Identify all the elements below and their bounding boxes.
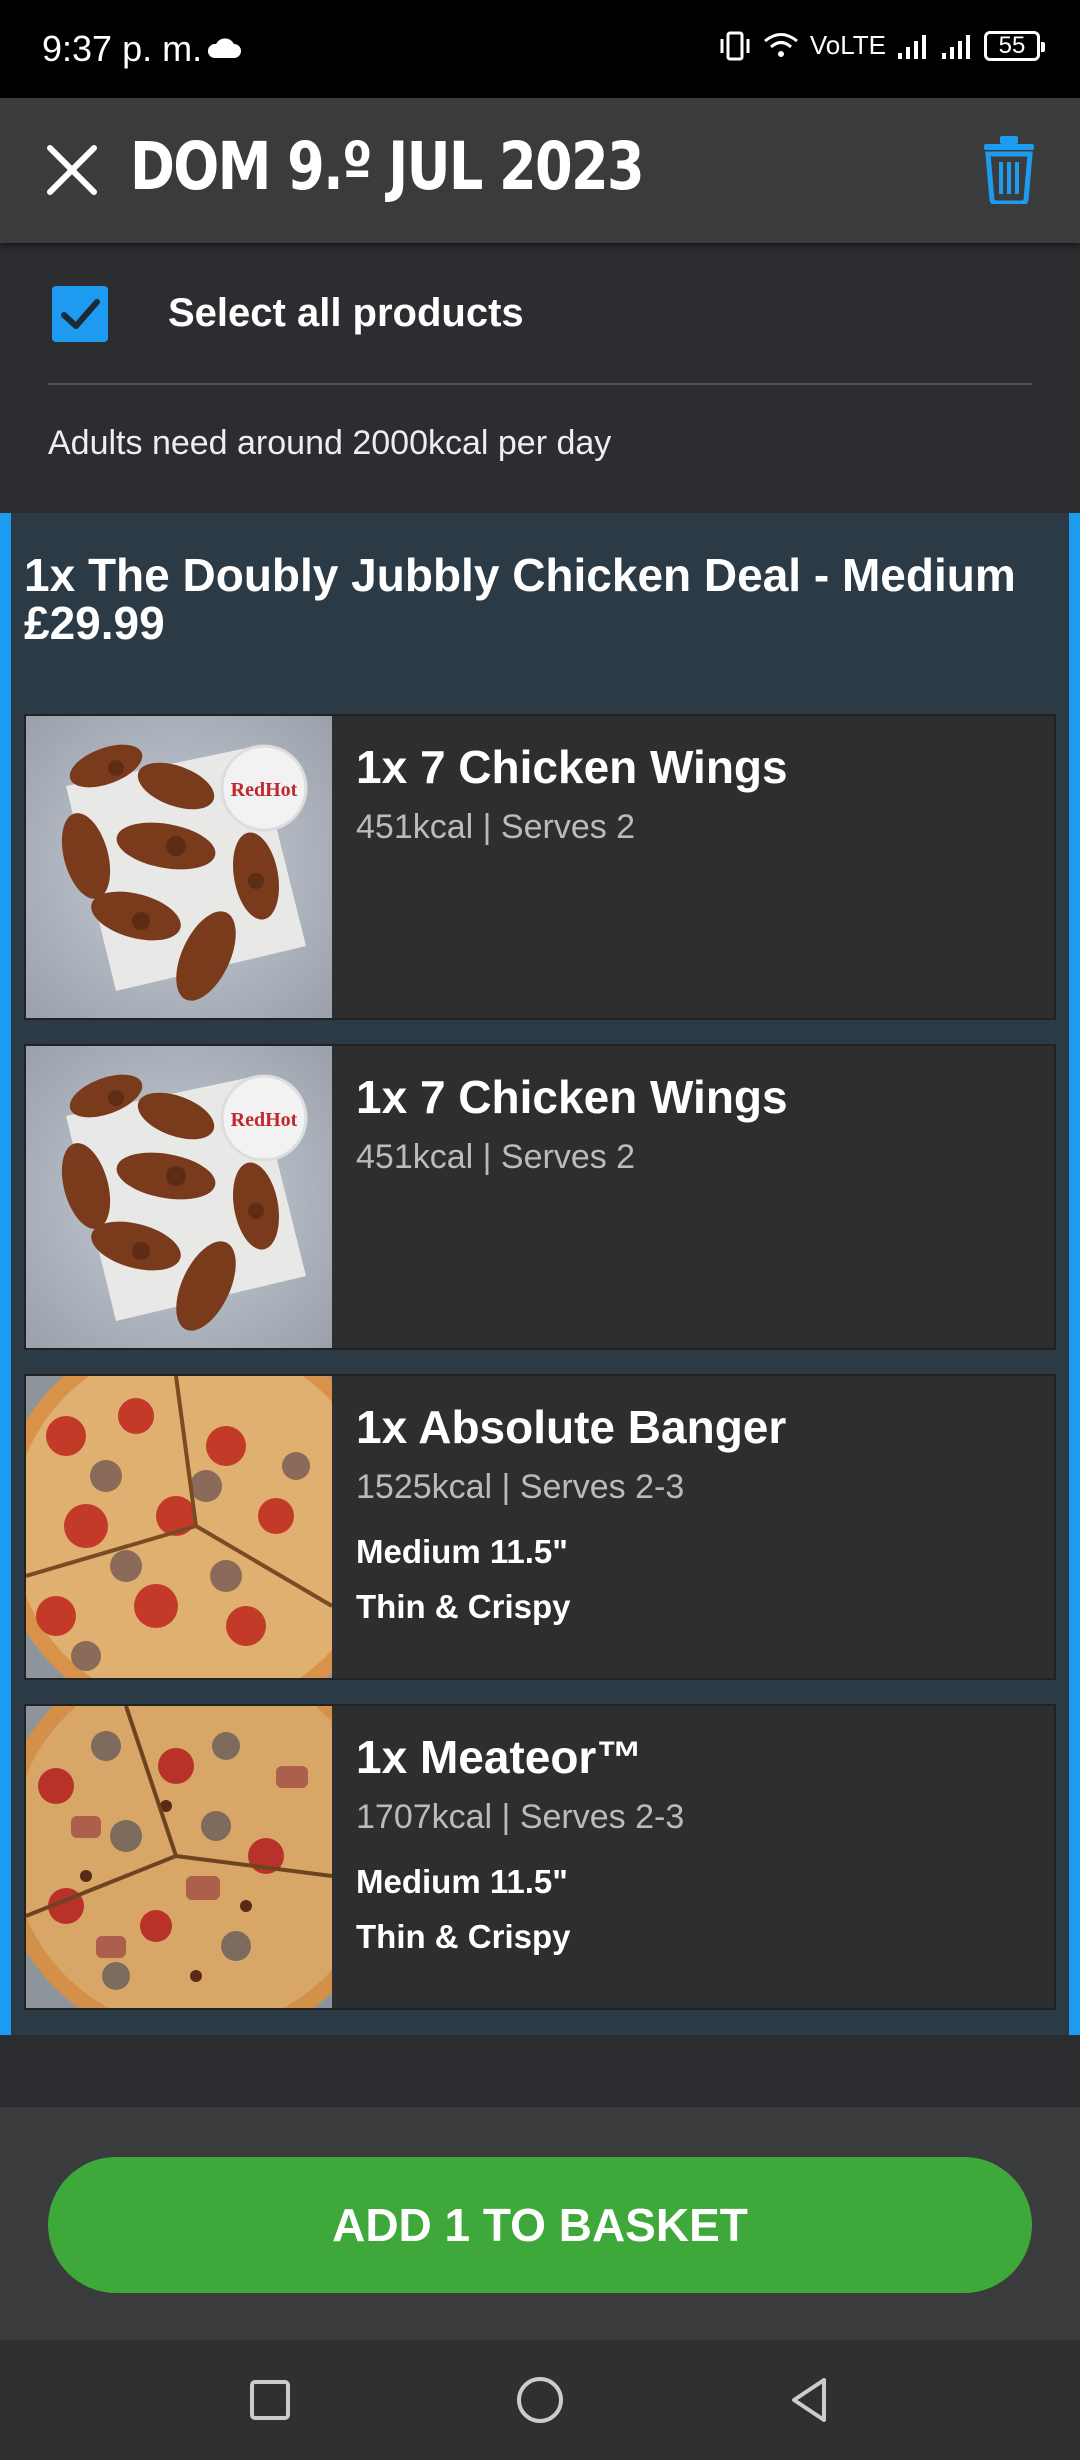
item-meta: 451kcal | Serves 2: [356, 1138, 636, 1176]
deal-price: £29.99: [24, 597, 165, 649]
battery-icon: 55: [984, 30, 1045, 61]
status-bar: 9:37 p. m. VoLTE 55: [0, 0, 1080, 98]
deal-card[interactable]: 1x The Doubly Jubbly Chicken Deal - Medi…: [0, 513, 1080, 2035]
signal-icon: [898, 34, 926, 59]
network-label: VoLTE: [809, 30, 886, 60]
add-to-basket-button[interactable]: ADD 1 TO BASKET: [48, 2157, 1032, 2293]
trash-icon[interactable]: [980, 134, 1038, 204]
item-size: Medium 11.5": [356, 1533, 568, 1570]
item-meta: 1707kcal | Serves 2-3: [356, 1798, 685, 1836]
deal-item: 1x Absolute Banger 1525kcal | Serves 2-3…: [24, 1374, 1056, 1680]
item-meta: 451kcal | Serves 2: [356, 808, 636, 846]
select-all-checkbox[interactable]: [52, 286, 108, 342]
svg-text:RedHot: RedHot: [231, 1109, 298, 1131]
item-name: 1x 7 Chicken Wings: [356, 1071, 788, 1123]
selected-indicator: [1069, 513, 1080, 2035]
item-meta: 1525kcal | Serves 2-3: [356, 1468, 685, 1506]
deal-item: 1x Meateor™ 1707kcal | Serves 2-3 Medium…: [24, 1704, 1056, 2010]
item-name: 1x Absolute Banger: [356, 1401, 787, 1453]
wifi-icon: [763, 32, 798, 57]
home-icon[interactable]: [510, 2370, 570, 2430]
pizza-image: [26, 1376, 332, 1678]
battery-level: 55: [998, 31, 1026, 59]
status-time: 9:37 p. m.: [42, 28, 203, 69]
deal-name: 1x The Doubly Jubbly Chicken Deal - Medi…: [24, 549, 1016, 601]
divider: [48, 383, 1032, 385]
select-all-row[interactable]: Select all products: [0, 243, 1080, 385]
item-name: 1x Meateor™: [356, 1731, 643, 1783]
kcal-note: Adults need around 2000kcal per day: [48, 424, 612, 462]
checkmark-icon: [61, 299, 100, 329]
item-name: 1x 7 Chicken Wings: [356, 741, 788, 793]
recent-apps-icon[interactable]: [240, 2370, 300, 2430]
chicken-wings-image: RedHot: [26, 1046, 332, 1348]
status-icons: VoLTE 55: [718, 30, 1045, 61]
close-icon[interactable]: [46, 144, 98, 196]
chicken-wings-image: RedHot: [26, 716, 332, 1018]
signal-icon: [942, 34, 970, 59]
bottom-bar: ADD 1 TO BASKET: [0, 2105, 1080, 2342]
back-icon[interactable]: [780, 2370, 840, 2430]
system-nav-bar: [0, 2340, 1080, 2460]
cloud-icon: [207, 38, 241, 58]
header: DOM 9.º JUL 2023: [0, 98, 1080, 243]
vibrate-icon: [720, 31, 750, 60]
pizza-image: [26, 1706, 332, 2008]
selected-indicator: [0, 513, 11, 2035]
deal-title: 1x The Doubly Jubbly Chicken Deal - Medi…: [24, 551, 1054, 647]
item-crust: Thin & Crispy: [356, 1588, 571, 1625]
deal-item: RedHot 1x 7 Chicken Wings 451kcal | Serv…: [24, 714, 1056, 1020]
page-title: DOM 9.º JUL 2023: [130, 128, 645, 205]
svg-text:RedHot: RedHot: [231, 779, 298, 801]
deal-item: RedHot 1x 7 Chicken Wings 451kcal | Serv…: [24, 1044, 1056, 1350]
select-all-label[interactable]: Select all products: [168, 291, 524, 336]
item-crust: Thin & Crispy: [356, 1918, 571, 1955]
item-size: Medium 11.5": [356, 1863, 568, 1900]
